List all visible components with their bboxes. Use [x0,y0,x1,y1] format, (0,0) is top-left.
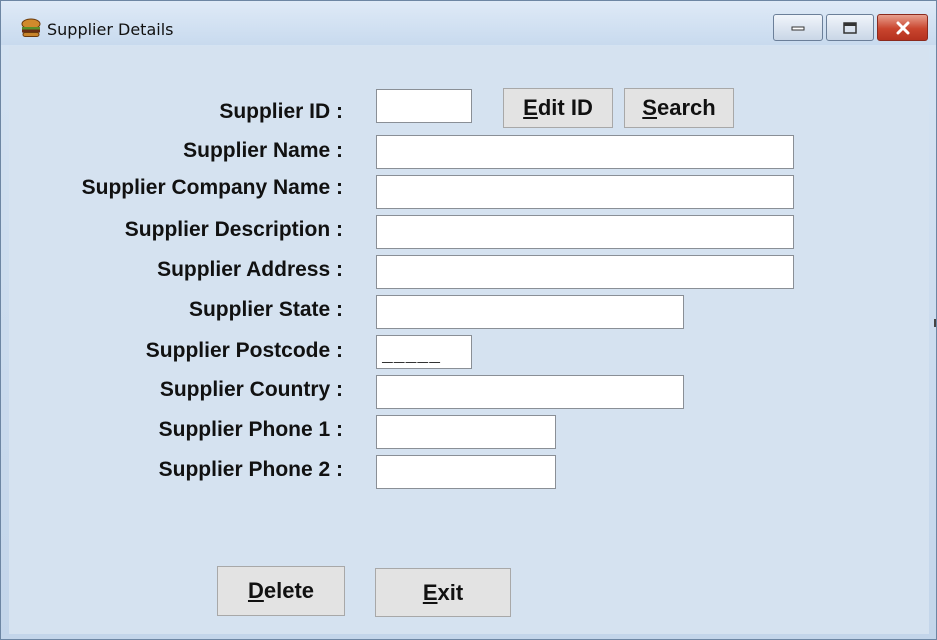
country-label: Supplier Country : [159,378,343,401]
phone2-label: Supplier Phone 2 : [158,458,343,481]
supplier-id-input[interactable] [376,89,472,123]
edit-id-label: dit ID [537,95,593,120]
exit-accel: E [422,579,438,605]
burger-icon [21,18,41,37]
edit-id-accel: E [523,95,538,120]
address-input[interactable] [376,255,794,289]
postcode-label: Supplier Postcode : [145,339,343,362]
minimize-icon [791,26,805,30]
close-button[interactable] [877,14,928,41]
search-accel: S [642,95,657,120]
supplier-name-label: Supplier Name : [183,139,343,162]
delete-button[interactable]: Delete [217,566,345,616]
search-label: earch [656,95,716,120]
company-name-label: Supplier Company Name : [81,176,343,199]
close-icon [896,21,909,34]
edit-id-button[interactable]: Edit ID [503,88,613,128]
phone2-input[interactable] [376,455,556,489]
maximize-icon [843,21,857,34]
description-label: Supplier Description : [124,218,343,241]
search-button[interactable]: Search [624,88,734,128]
exit-button[interactable]: Exit [375,568,511,617]
minimize-button[interactable] [773,14,823,41]
description-input[interactable] [376,215,794,249]
phone1-input[interactable] [376,415,556,449]
phone1-label: Supplier Phone 1 : [158,418,343,441]
exit-label: xit [437,579,464,605]
maximize-button[interactable] [826,14,874,41]
country-input[interactable] [376,375,684,409]
delete-accel: D [247,578,264,603]
supplier-id-label: Supplier ID : [219,100,343,123]
window-title: Supplier Details [47,20,174,39]
postcode-mask: _____ [382,347,442,367]
delete-label: elete [263,578,315,603]
resize-grip[interactable] [934,319,936,327]
supplier-details-window: Supplier Details Supplier ID : Supplier … [0,0,937,640]
state-input[interactable] [376,295,684,329]
title-bar[interactable]: Supplier Details [1,1,936,45]
supplier-name-input[interactable] [376,135,794,169]
company-name-input[interactable] [376,175,794,209]
address-label: Supplier Address : [157,258,343,281]
state-label: Supplier State : [188,298,343,321]
